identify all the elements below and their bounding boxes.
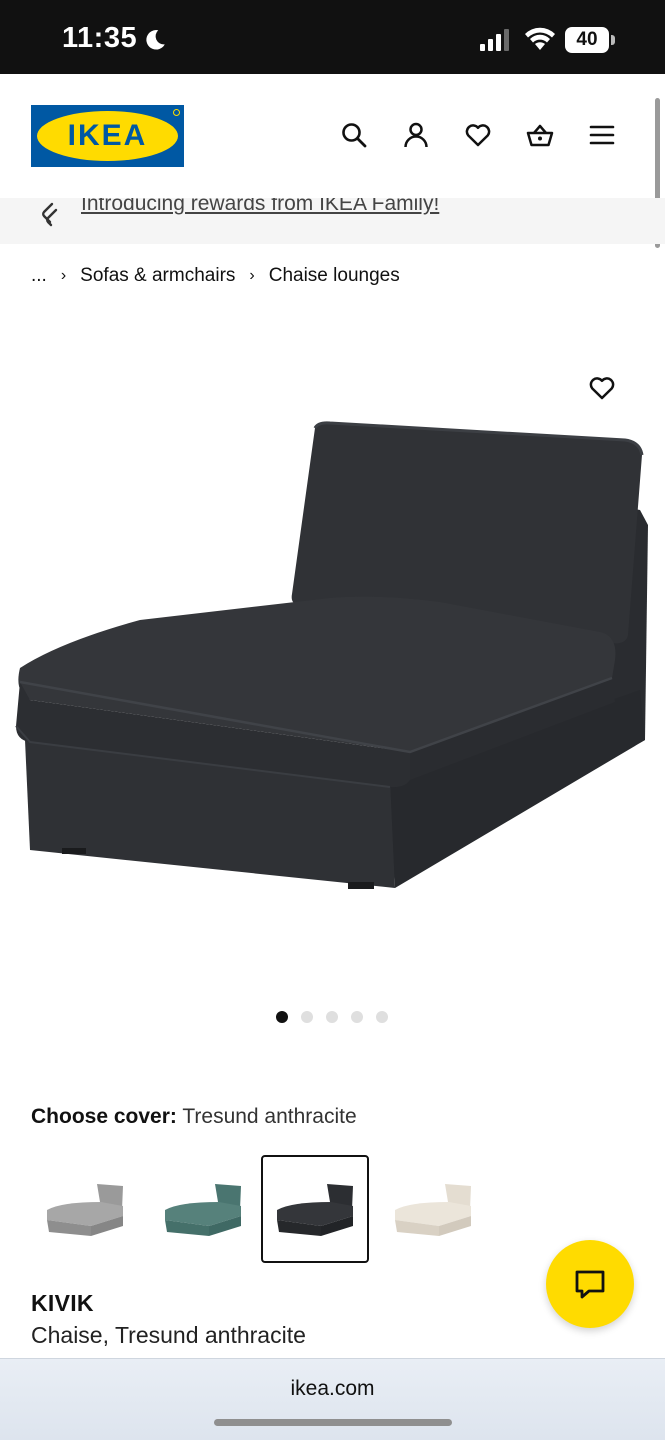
logo-registered-mark: [173, 109, 180, 116]
heart-icon: [465, 124, 491, 147]
url-text[interactable]: ikea.com: [0, 1377, 665, 1401]
breadcrumb-ellipsis[interactable]: ...: [31, 265, 47, 287]
cover-swatch-green[interactable]: [149, 1155, 257, 1263]
chaise-thumbnail: [165, 1184, 241, 1236]
add-to-wishlist-button[interactable]: [586, 372, 618, 404]
chaise-thumbnail: [277, 1184, 353, 1236]
status-bar: 11:35 40: [0, 0, 665, 74]
account-button[interactable]: [399, 118, 433, 152]
site-header: IKEA: [0, 74, 665, 198]
menu-button[interactable]: [585, 118, 619, 152]
choose-cover: Choose cover: Tresund anthracite: [31, 1105, 357, 1129]
gallery-pagination: [276, 1010, 388, 1024]
promo-link[interactable]: Introducing rewards from IKEA Family!: [81, 198, 439, 216]
signal-icon: [480, 29, 509, 51]
search-button[interactable]: [337, 118, 371, 152]
wifi-icon: [525, 27, 555, 50]
breadcrumb-chaise-lounges[interactable]: Chaise lounges: [269, 265, 400, 287]
gallery-dot[interactable]: [351, 1011, 363, 1023]
basket-button[interactable]: [523, 118, 557, 152]
gallery-dot[interactable]: [326, 1011, 338, 1023]
cover-swatch-anthracite[interactable]: [261, 1155, 369, 1263]
breadcrumb-separator: ›: [60, 267, 67, 284]
product-description: Chaise, Tresund anthracite: [31, 1322, 306, 1348]
chaise-thumbnail: [395, 1184, 471, 1236]
battery-icon: 40: [565, 27, 615, 53]
product-name: KIVIK: [31, 1290, 94, 1316]
moon-icon: [146, 30, 165, 50]
chat-icon: [575, 1270, 605, 1299]
wishlist-header-button[interactable]: [461, 118, 495, 152]
cover-swatch-beige[interactable]: [379, 1155, 487, 1263]
cover-value: Tresund anthracite: [182, 1105, 357, 1128]
cover-swatch-grey[interactable]: [31, 1155, 139, 1263]
cover-label: Choose cover:: [31, 1105, 177, 1128]
search-icon: [342, 123, 367, 148]
chaise-thumbnail: [47, 1184, 123, 1236]
product-image[interactable]: [0, 410, 665, 910]
battery-level: 40: [565, 27, 609, 53]
browser-address-bar: ikea.com: [0, 1358, 665, 1440]
menu-icon: [589, 125, 615, 145]
breadcrumb-separator: ›: [249, 267, 255, 284]
tag-icon: [42, 202, 58, 227]
ikea-logo[interactable]: IKEA: [31, 105, 184, 167]
gallery-dot[interactable]: [376, 1011, 388, 1023]
gallery-dot[interactable]: [301, 1011, 313, 1023]
gallery-dot[interactable]: [276, 1011, 288, 1023]
status-time: 11:35: [62, 22, 138, 54]
chat-button[interactable]: [546, 1240, 634, 1328]
breadcrumb: ... › Sofas & armchairs › Chaise lounges: [31, 263, 400, 289]
logo-text: IKEA: [67, 119, 148, 152]
breadcrumb-sofas-armchairs[interactable]: Sofas & armchairs: [80, 265, 235, 287]
promo-banner: Introducing rewards from IKEA Family!: [0, 198, 665, 244]
battery-nub: [611, 35, 615, 45]
account-icon: [404, 122, 428, 148]
basket-icon: [526, 124, 554, 147]
home-indicator[interactable]: [214, 1419, 452, 1426]
heart-icon: [589, 377, 615, 400]
